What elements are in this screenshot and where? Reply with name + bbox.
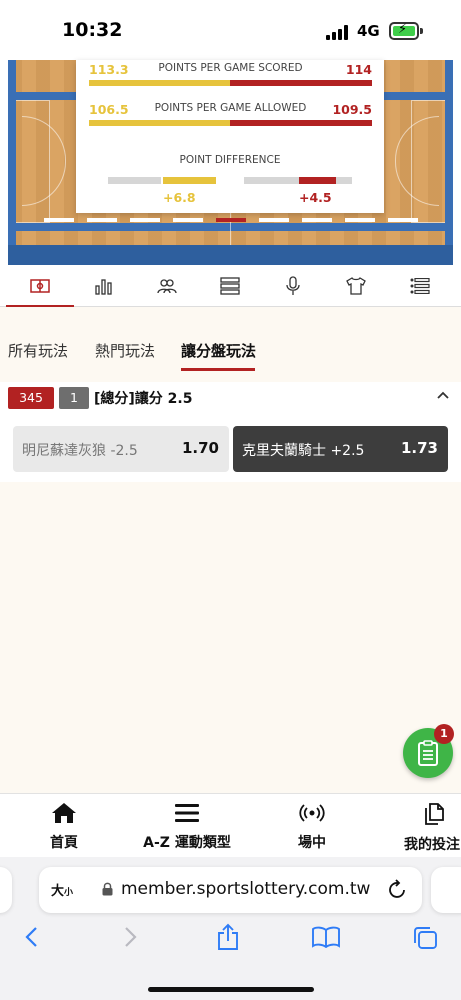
lock-icon (102, 882, 113, 896)
market-title: [總分]讓分 2.5 (94, 391, 193, 407)
stat-label: POINTS PER GAME ALLOWED (154, 102, 307, 114)
home-indicator (148, 987, 314, 992)
filter-handicap-markets[interactable]: 讓分盤玩法 (181, 340, 256, 361)
active-filter-indicator (181, 368, 255, 371)
bet-slip-count-badge: 1 (434, 724, 454, 744)
away-stat-bar (230, 80, 372, 86)
nav-sports-az-label: A-Z 運動類型 (143, 835, 231, 851)
stats-icon-tabs (0, 265, 461, 307)
team-stats-card: 113.3 POINTS PER GAME SCORED 114 106.5 P… (76, 60, 384, 213)
previous-tab-peek[interactable] (0, 867, 12, 913)
tab-court[interactable] (6, 272, 74, 307)
back-icon[interactable] (24, 926, 38, 948)
text-size-small: 小 (64, 888, 74, 898)
documents-icon (425, 803, 444, 825)
away-diff-track (244, 177, 299, 184)
filter-popular-markets[interactable]: 熱門玩法 (95, 340, 155, 361)
url-text: member.sportslottery.com.tw (121, 879, 371, 899)
tab-lineups[interactable] (147, 272, 187, 300)
home-diff-bar (163, 177, 216, 184)
option-price: 1.73 (400, 439, 438, 457)
stat-row-scored: 113.3 POINTS PER GAME SCORED 114 (89, 62, 372, 88)
basketball-court-icon (30, 279, 50, 293)
tab-standings[interactable] (210, 272, 250, 300)
content-background (0, 307, 461, 797)
away-stat-value: 109.5 (332, 102, 372, 117)
odds-option-minnesota[interactable]: 明尼蘇達灰狼 -2.5 1.70 (13, 426, 229, 472)
share-icon[interactable] (216, 923, 240, 951)
away-stat-value: 114 (345, 62, 372, 77)
market-code-badge: 345 (8, 387, 54, 409)
away-diff-track-end (336, 177, 352, 184)
stat-row-allowed: 106.5 POINTS PER GAME ALLOWED 109.5 (89, 102, 372, 128)
tab-statistics[interactable] (84, 272, 124, 300)
bet-type-filters: 所有玩法 熱門玩法 讓分盤玩法 (0, 307, 461, 373)
court-lane-markers (44, 218, 420, 222)
bottom-navigation: 首頁 A-Z 運動類型 場中 我的投注 (0, 793, 461, 857)
jersey-icon (346, 277, 366, 295)
cellular-signal-icon (326, 24, 350, 40)
status-time: 10:32 (62, 19, 123, 41)
text-size-large: 大 (51, 884, 65, 899)
list-rows-icon (220, 277, 240, 295)
tabs-icon[interactable] (412, 926, 438, 950)
away-diff-bar (299, 177, 336, 184)
home-icon (52, 803, 76, 823)
status-bar: 10:32 4G ⚡ (0, 0, 461, 60)
network-type: 4G (357, 22, 380, 40)
bookmarks-icon[interactable] (312, 926, 340, 948)
forward-icon[interactable] (124, 926, 138, 948)
nav-my-bets-label: 我的投注 (404, 837, 460, 853)
point-difference-label: POINT DIFFERENCE (179, 154, 281, 166)
tab-commentary[interactable] (273, 272, 313, 300)
address-bar[interactable]: 大小 member.sportslottery.com.tw (39, 867, 422, 913)
home-diff-track (108, 177, 161, 184)
reload-icon[interactable] (388, 878, 408, 900)
away-stat-bar (230, 120, 372, 126)
handicap-market: 345 1 [總分]讓分 2.5 明尼蘇達灰狼 -2.5 1.70 克里夫蘭騎士… (0, 382, 461, 482)
battery-charging-icon: ⚡ (389, 22, 419, 40)
nav-live-label: 場中 (298, 835, 326, 851)
option-price: 1.70 (181, 439, 219, 457)
nav-sports-az[interactable]: A-Z 運動類型 (135, 802, 239, 852)
away-point-difference: +4.5 (299, 190, 332, 205)
bar-chart-icon (95, 279, 112, 295)
bet-slip-icon (418, 740, 438, 766)
microphone-icon (286, 276, 300, 295)
app-screen: 10:32 4G ⚡ 113.3 POINTS PER GAME SCORED (0, 0, 461, 1000)
option-team-label: 克里夫蘭騎士 +2.5 (242, 443, 365, 459)
option-team-label: 明尼蘇達灰狼 -2.5 (22, 443, 138, 459)
market-count-badge: 1 (59, 387, 89, 409)
tab-players[interactable] (336, 272, 376, 300)
nav-home-label: 首頁 (50, 835, 78, 851)
text-size-button[interactable]: 大小 (51, 880, 73, 899)
tab-more[interactable] (400, 272, 440, 300)
filter-all-markets[interactable]: 所有玩法 (8, 340, 68, 361)
bullet-list-icon (410, 278, 430, 294)
users-icon (157, 279, 177, 294)
home-stat-bar (89, 80, 230, 86)
menu-icon (175, 804, 199, 822)
odds-option-cleveland[interactable]: 克里夫蘭騎士 +2.5 1.73 (233, 426, 448, 472)
nav-my-bets[interactable]: 我的投注 (404, 802, 461, 854)
nav-live[interactable]: 場中 (292, 802, 332, 852)
home-point-difference: +6.8 (163, 190, 196, 205)
home-stat-bar (89, 120, 230, 126)
stat-label: POINTS PER GAME SCORED (158, 62, 303, 74)
browser-toolbar: 大小 member.sportslottery.com.tw (0, 857, 461, 1000)
next-tab-peek[interactable] (431, 867, 461, 913)
chevron-up-icon[interactable] (437, 387, 449, 403)
nav-home[interactable]: 首頁 (46, 802, 82, 852)
live-broadcast-icon (299, 804, 325, 822)
